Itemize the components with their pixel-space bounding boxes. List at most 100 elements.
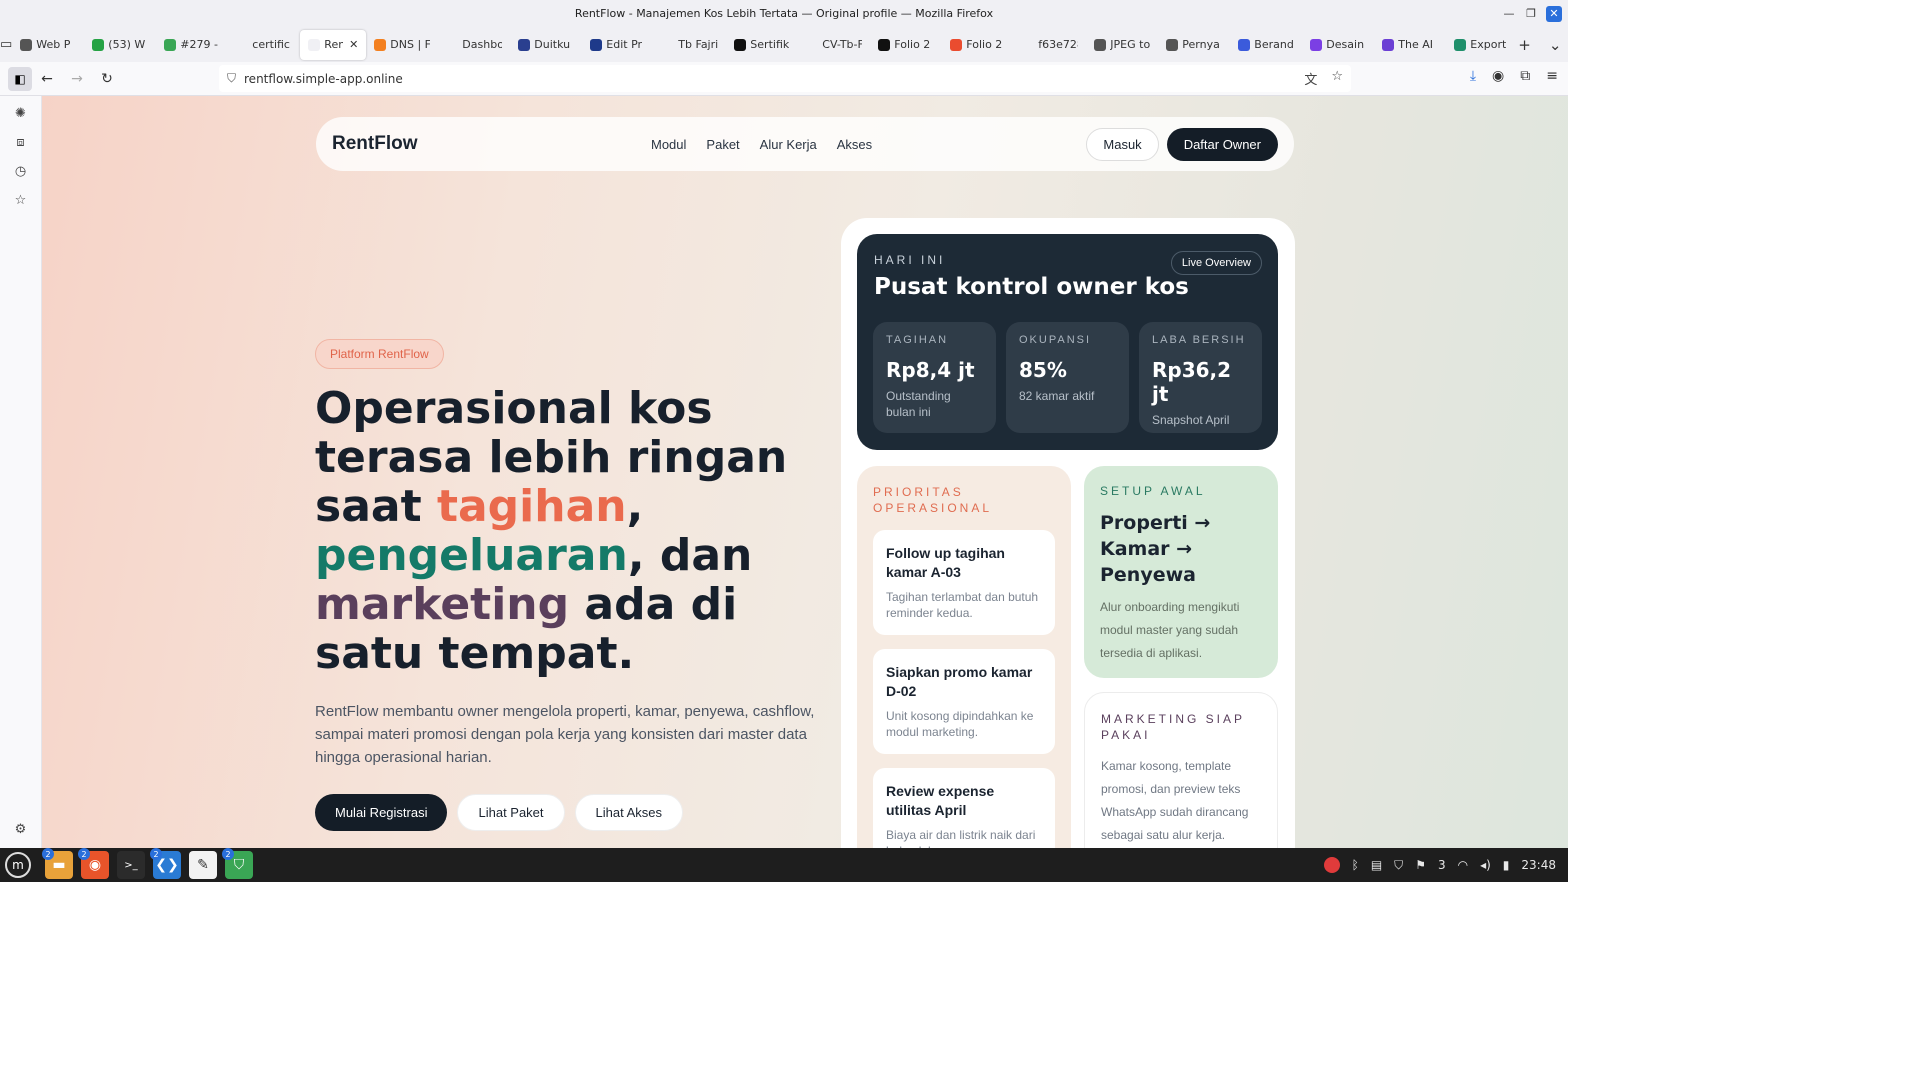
ai-chat-icon[interactable]: ✺ (15, 106, 26, 122)
taskbar-app-firefox-icon[interactable]: ◉ 2 (78, 848, 109, 879)
site-logo[interactable]: RentFlow (332, 133, 418, 155)
tab-label: Export (1470, 38, 1507, 51)
nav-link-akses[interactable]: Akses (837, 137, 872, 152)
taskbar-app-shield-icon[interactable]: ⛉ 2 (222, 848, 253, 879)
gear-icon[interactable]: ⚙ (15, 822, 27, 838)
view-access-button[interactable]: Lihat Akses (574, 794, 684, 831)
task-description: Biaya air dan listrik naik dari bulan la… (886, 828, 1036, 848)
browser-tab[interactable]: Edit Pr (582, 30, 654, 60)
tab-label: Web P (36, 38, 71, 51)
browser-tab[interactable]: (53) W (84, 30, 156, 60)
taskbar-app-terminal-icon[interactable]: >_ (117, 851, 145, 879)
download-icon[interactable]: ⤓ (1470, 68, 1476, 84)
browser-tab[interactable]: Web P (12, 30, 84, 60)
tab-favicon-icon (734, 38, 747, 51)
site-header: RentFlow Modul Paket Alur Kerja Akses Ma… (316, 117, 1294, 171)
browser-tab[interactable]: Dashboard (438, 30, 510, 60)
browser-tab[interactable]: CV-Tb-Fajri (798, 30, 870, 60)
setup-title: Properti → Kamar → Penyewa (1100, 512, 1211, 586)
synced-tabs-icon[interactable]: ⧈ (16, 135, 24, 151)
extensions-icon[interactable]: ⧉ (1520, 68, 1530, 84)
reload-icon[interactable]: ↻ (92, 71, 122, 87)
browser-tab[interactable]: Sertifik (726, 30, 798, 60)
start-menu-icon[interactable]: m (5, 852, 31, 878)
view-packages-button[interactable]: Lihat Paket (457, 794, 565, 831)
new-tab-icon[interactable]: + (1518, 36, 1531, 54)
window-controls: — ❐ ✕ (1498, 0, 1568, 27)
bluetooth-icon[interactable]: ᛒ (1352, 858, 1359, 872)
system-tray: ᛒ ▤ ⛉ ⚑ 3 ◠ ◂) ▮ 23:48 (1323, 857, 1568, 873)
stats-row: TAGIHAN Rp8,4 jt Outstanding bulan ini O… (873, 322, 1262, 433)
battery-icon[interactable]: ▮ (1503, 858, 1510, 872)
browser-tab[interactable]: Tb Fajri Mu (654, 30, 726, 60)
browser-tab[interactable]: Folio 2 (870, 30, 942, 60)
tab-favicon-icon (950, 38, 963, 51)
taskbar-app-files-icon[interactable]: ▬ 2 (42, 848, 73, 879)
taskbar-app-vscode-icon[interactable]: ❮❯ 2 (150, 848, 181, 879)
list-all-tabs-icon[interactable]: ⌄ (1549, 36, 1562, 54)
header-buttons: Masuk Daftar Owner (1086, 127, 1278, 161)
browser-tab[interactable]: #279 - (156, 30, 228, 60)
recording-icon[interactable] (1323, 857, 1340, 873)
tab-favicon-icon (662, 38, 675, 51)
browser-tab[interactable]: f63e7288- (1014, 30, 1086, 60)
nav-link-alur-kerja[interactable]: Alur Kerja (760, 137, 817, 152)
app-window-count: 2 (150, 848, 162, 860)
site-security-icon[interactable]: ⛉ (227, 71, 236, 86)
window-titlebar: RentFlow - Manajemen Kos Lebih Tertata —… (0, 0, 1568, 27)
browser-tab[interactable]: Berand (1230, 30, 1302, 60)
browser-tab[interactable]: Pernya (1158, 30, 1230, 60)
tab-label: Berand (1254, 38, 1294, 51)
clipboard-icon[interactable]: ▤ (1371, 858, 1382, 872)
clock[interactable]: 23:48 (1521, 858, 1556, 872)
back-icon[interactable]: ← (32, 71, 62, 87)
tab-label: DNS | F (390, 38, 431, 51)
browser-tab[interactable]: Desain (1302, 30, 1374, 60)
volume-icon[interactable]: ◂) (1480, 858, 1491, 872)
vpn-shield-icon[interactable]: ⛉ (1394, 858, 1403, 873)
account-icon[interactable]: ◉ (1492, 68, 1504, 84)
start-registration-button[interactable]: Mulai Registrasi (315, 794, 448, 831)
translate-icon[interactable]: 文 (1304, 69, 1317, 88)
sidebar-toggle-icon[interactable]: ◧ (8, 66, 32, 91)
minimize-icon[interactable]: — (1498, 7, 1520, 20)
stat-description: 82 kamar aktif (1019, 389, 1095, 403)
tab-favicon-icon (518, 38, 531, 51)
preview-panel: HARI INI Live Overview Pusat kontrol own… (841, 218, 1295, 848)
stat-card-laba-bersih: LABA BERSIH Rp36,2 jt Snapshot April (1139, 322, 1262, 433)
browser-tab[interactable]: certific (228, 30, 300, 60)
marketing-card: MARKETING SIAP PAKAI Kamar kosong, templ… (1084, 692, 1278, 848)
browser-tab[interactable]: The AI (1374, 30, 1446, 60)
nav-link-modul[interactable]: Modul (651, 137, 686, 152)
forward-icon[interactable]: → (62, 71, 92, 87)
taskbar-app-gimp-icon[interactable]: ✎ (189, 851, 217, 879)
browser-tab[interactable]: Duitku (510, 30, 582, 60)
nav-link-paket[interactable]: Paket (706, 137, 739, 152)
tab-active[interactable]: RentFlo ✕ (300, 29, 367, 60)
wifi-icon[interactable]: ◠ (1458, 858, 1468, 872)
menu-icon[interactable]: ≡ (1546, 68, 1558, 84)
browser-sidebar: ✺ ⧈ ◷ ☆ ⚙ (0, 96, 42, 848)
login-button[interactable]: Masuk (1086, 127, 1159, 161)
tab-favicon-icon (1310, 38, 1323, 51)
browser-tab[interactable]: Folio 2 (942, 30, 1014, 60)
history-icon[interactable]: ◷ (15, 164, 26, 180)
tab-label: Pernya (1182, 38, 1220, 51)
notifications-icon[interactable]: ⚑ (1415, 858, 1426, 872)
setup-description: Alur onboarding mengikuti modul master y… (1100, 600, 1240, 660)
restore-icon[interactable]: ❐ (1520, 7, 1542, 20)
tab-overview-icon[interactable]: ▭ (0, 37, 12, 52)
tab-close-icon[interactable]: ✕ (349, 38, 358, 51)
overview-kicker: HARI INI (874, 253, 946, 267)
bookmarks-icon[interactable]: ☆ (15, 193, 27, 209)
bookmark-star-icon[interactable]: ☆ (1331, 69, 1343, 88)
url-text[interactable]: rentflow.simple-app.online (244, 72, 403, 86)
url-bar[interactable]: ⛉ rentflow.simple-app.online 文 ☆ (219, 65, 1351, 92)
register-owner-button[interactable]: Daftar Owner (1166, 127, 1278, 161)
url-bar-actions: 文 ☆ (1304, 69, 1351, 88)
browser-tab[interactable]: DNS | F (366, 30, 438, 60)
close-icon[interactable]: ✕ (1546, 5, 1562, 22)
browser-tab[interactable]: JPEG to (1086, 30, 1158, 60)
headline-text: , (626, 481, 644, 532)
browser-tab[interactable]: Export (1446, 30, 1518, 60)
